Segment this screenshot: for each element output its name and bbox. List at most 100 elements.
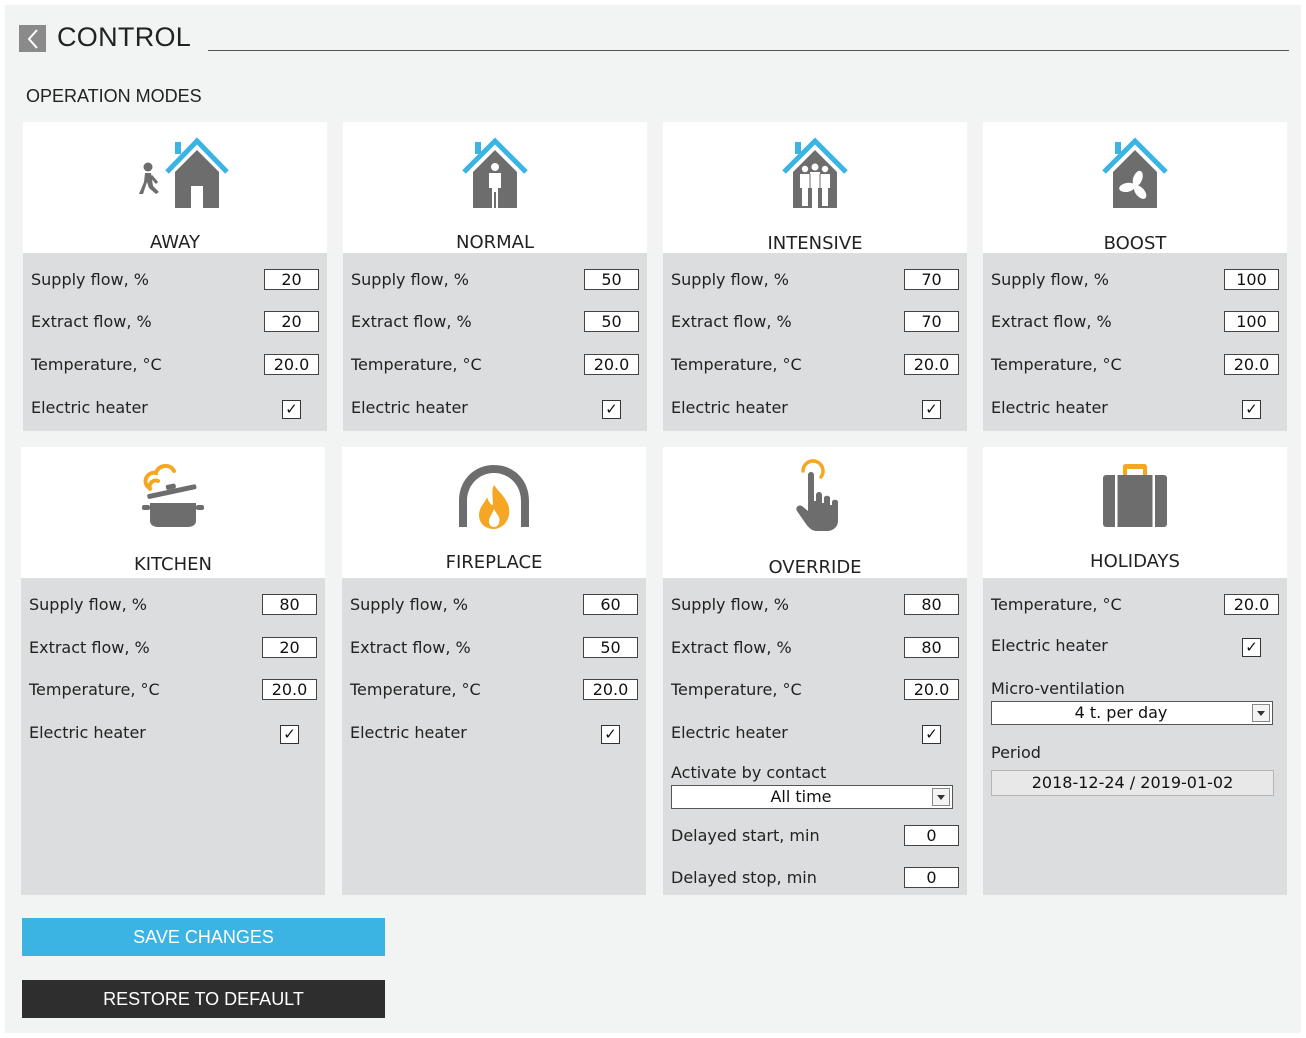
mode-name: NORMAL <box>455 232 534 253</box>
temperature-row: Temperature, °C 20.0 <box>671 353 959 377</box>
extract-flow-row: Extract flow, % 20 <box>29 636 317 660</box>
extract-flow-row: Extract flow, % 50 <box>350 636 638 660</box>
supply-flow-input[interactable]: 70 <box>904 269 959 290</box>
electric-heater-checkbox[interactable]: ✓ <box>922 725 941 744</box>
supply-flow-label: Supply flow, % <box>991 270 1109 289</box>
extract-flow-label: Extract flow, % <box>351 312 472 331</box>
temperature-label: Temperature, °C <box>671 680 802 699</box>
extract-flow-input[interactable]: 70 <box>904 311 959 332</box>
temperature-input[interactable]: 20.0 <box>584 354 639 375</box>
mode-name: BOOST <box>1103 233 1167 254</box>
extract-flow-row: Extract flow, % 20 <box>31 310 319 334</box>
micro-ventilation-select[interactable]: 4 t. per day <box>991 701 1273 725</box>
temperature-label: Temperature, °C <box>351 355 482 374</box>
temperature-row: Temperature, °C 20.0 <box>350 678 638 702</box>
section-title: OPERATION MODES <box>26 86 202 106</box>
electric-heater-checkbox[interactable]: ✓ <box>1242 638 1261 657</box>
electric-heater-label: Electric heater <box>31 398 148 417</box>
extract-flow-label: Extract flow, % <box>31 312 152 331</box>
supply-flow-row: Supply flow, % 80 <box>671 593 959 617</box>
temperature-input[interactable]: 20.0 <box>1224 354 1279 375</box>
electric-heater-checkbox[interactable]: ✓ <box>602 400 621 419</box>
delayed-stop-input[interactable]: 0 <box>904 867 959 888</box>
mode-name: INTENSIVE <box>767 233 863 254</box>
electric-heater-label: Electric heater <box>351 398 468 417</box>
extract-flow-label: Extract flow, % <box>350 638 471 657</box>
extract-flow-input[interactable]: 100 <box>1224 311 1279 332</box>
extract-flow-input[interactable]: 20 <box>262 637 317 658</box>
delayed-start-input[interactable]: 0 <box>904 825 959 846</box>
electric-heater-label: Electric heater <box>991 636 1108 655</box>
activate-by-contact-select[interactable]: All time <box>671 785 953 809</box>
electric-heater-checkbox[interactable]: ✓ <box>1242 400 1261 419</box>
mode-name: AWAY <box>149 232 201 253</box>
restore-default-button[interactable]: RESTORE TO DEFAULT <box>22 980 385 1018</box>
temperature-label: Temperature, °C <box>350 680 481 699</box>
temperature-label: Temperature, °C <box>671 355 802 374</box>
supply-flow-label: Supply flow, % <box>671 270 789 289</box>
title-divider <box>208 50 1289 51</box>
supply-flow-row: Supply flow, % 50 <box>351 268 639 292</box>
temperature-row: Temperature, °C 20.0 <box>351 353 639 377</box>
temperature-input[interactable]: 20.0 <box>904 679 959 700</box>
mode-card-fireplace: FIREPLACE Supply flow, % 60 Extract flow… <box>342 447 646 895</box>
electric-heater-checkbox[interactable]: ✓ <box>282 400 301 419</box>
temperature-label: Temperature, °C <box>31 355 162 374</box>
page-title: CONTROL <box>57 22 192 52</box>
mode-name: HOLIDAYS <box>1090 551 1180 572</box>
temperature-row: Temperature, °C 20.0 <box>31 353 319 377</box>
supply-flow-label: Supply flow, % <box>351 270 469 289</box>
mode-card-holidays: HOLIDAYS Temperature, °C 20.0 Electric h… <box>983 447 1287 895</box>
normal-house-icon <box>462 137 528 208</box>
temperature-input[interactable]: 20.0 <box>904 354 959 375</box>
mode-card-header: AWAY <box>23 122 327 253</box>
mode-name: FIREPLACE <box>445 552 543 573</box>
extract-flow-label: Extract flow, % <box>991 312 1112 331</box>
electric-heater-label: Electric heater <box>671 398 788 417</box>
mode-card-override: OVERRIDE Supply flow, % 80 Extract flow,… <box>663 447 967 895</box>
supply-flow-label: Supply flow, % <box>31 270 149 289</box>
away-house-icon <box>139 137 229 208</box>
save-changes-button[interactable]: SAVE CHANGES <box>22 918 385 956</box>
temperature-label: Temperature, °C <box>29 680 160 699</box>
electric-heater-row: Electric heater ✓ <box>350 721 638 745</box>
kitchen-pot-icon <box>142 464 204 527</box>
temperature-input[interactable]: 20.0 <box>262 679 317 700</box>
extract-flow-input[interactable]: 50 <box>583 637 638 658</box>
electric-heater-label: Electric heater <box>991 398 1108 417</box>
temperature-input[interactable]: 20.0 <box>1224 594 1279 615</box>
period-field[interactable]: 2018-12-24 / 2019-01-02 <box>991 770 1274 796</box>
electric-heater-label: Electric heater <box>29 723 146 742</box>
supply-flow-input[interactable]: 50 <box>584 269 639 290</box>
supply-flow-input[interactable]: 100 <box>1224 269 1279 290</box>
extract-flow-input[interactable]: 80 <box>904 637 959 658</box>
electric-heater-checkbox[interactable]: ✓ <box>922 400 941 419</box>
mode-card-intensive: INTENSIVE Supply flow, % 70 Extract flow… <box>663 122 967 431</box>
supply-flow-input[interactable]: 20 <box>264 269 319 290</box>
dropdown-arrow-icon[interactable] <box>932 788 950 806</box>
electric-heater-checkbox[interactable]: ✓ <box>280 725 299 744</box>
holidays-suitcase-icon <box>1103 464 1167 527</box>
temperature-input[interactable]: 20.0 <box>264 354 319 375</box>
activate-by-contact-value: All time <box>770 787 832 806</box>
electric-heater-checkbox[interactable]: ✓ <box>601 725 620 744</box>
supply-flow-input[interactable]: 60 <box>583 594 638 615</box>
mode-card-header: HOLIDAYS <box>983 447 1287 578</box>
chevron-left-icon <box>27 28 38 49</box>
mode-name: KITCHEN <box>134 554 212 575</box>
extract-flow-input[interactable]: 50 <box>584 311 639 332</box>
temperature-input[interactable]: 20.0 <box>583 679 638 700</box>
supply-flow-input[interactable]: 80 <box>904 594 959 615</box>
supply-flow-label: Supply flow, % <box>350 595 468 614</box>
extract-flow-label: Extract flow, % <box>671 638 792 657</box>
electric-heater-label: Electric heater <box>671 723 788 742</box>
supply-flow-row: Supply flow, % 70 <box>671 268 959 292</box>
dropdown-arrow-icon[interactable] <box>1252 704 1270 722</box>
temperature-label: Temperature, °C <box>991 355 1122 374</box>
delayed-stop-row: Delayed stop, min 0 <box>671 866 959 890</box>
back-button[interactable] <box>19 25 46 52</box>
supply-flow-input[interactable]: 80 <box>262 594 317 615</box>
mode-card-header: OVERRIDE <box>663 447 967 578</box>
supply-flow-row: Supply flow, % 80 <box>29 593 317 617</box>
extract-flow-input[interactable]: 20 <box>264 311 319 332</box>
